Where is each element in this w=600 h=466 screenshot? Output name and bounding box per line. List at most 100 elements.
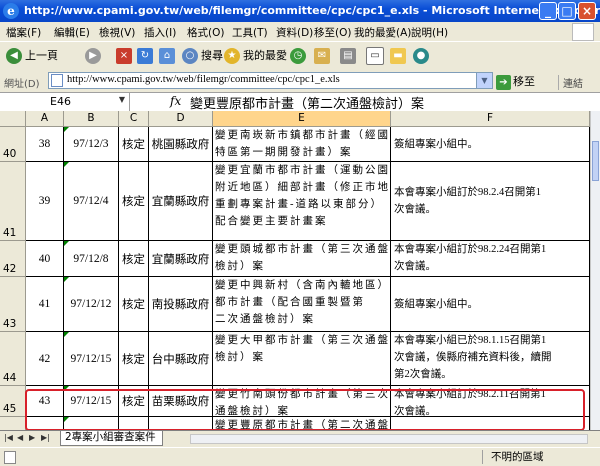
menu-favorites[interactable]: 我的最愛(A) bbox=[354, 25, 411, 40]
menu-tools[interactable]: 工具(T) bbox=[232, 25, 268, 40]
edit-button[interactable]: ▭ bbox=[366, 46, 387, 66]
go-button[interactable]: ➔ 移至 bbox=[496, 73, 535, 90]
forward-button[interactable]: ▶ bbox=[85, 46, 104, 66]
favorites-button[interactable]: ★ 我的最愛 bbox=[224, 46, 287, 66]
back-button[interactable]: ◀ 上一頁 bbox=[6, 46, 58, 66]
links-button[interactable]: 連結 bbox=[558, 75, 583, 90]
next-sheet-icon[interactable]: ▶ bbox=[29, 433, 35, 442]
cell-d[interactable]: 台中縣政府 bbox=[149, 417, 213, 430]
cell-d[interactable]: 南投縣政府 bbox=[149, 277, 213, 332]
cell-f[interactable]: 本會專案小組訂於98.2.24召開第1 次會議。 bbox=[391, 241, 590, 277]
cell-d[interactable]: 桃園縣政府 bbox=[149, 127, 213, 162]
cell-a[interactable]: 40 bbox=[26, 241, 64, 277]
column-header-a[interactable]: A bbox=[26, 111, 64, 127]
cell-d[interactable]: 宜蘭縣政府 bbox=[149, 162, 213, 241]
search-button[interactable]: ○ 搜尋 bbox=[182, 46, 223, 66]
address-dropdown-icon[interactable]: ▼ bbox=[476, 73, 492, 88]
cell-line: 附近地區）細部計畫（修正市地 bbox=[215, 182, 390, 193]
menu-view[interactable]: 檢視(V) bbox=[99, 25, 135, 40]
cell-b[interactable]: 97/12/15 bbox=[64, 332, 119, 386]
menu-edit[interactable]: 編輯(E) bbox=[54, 25, 90, 40]
minimize-button[interactable]: _ bbox=[539, 2, 557, 20]
row-header[interactable]: 44 bbox=[0, 332, 26, 386]
menu-format[interactable]: 格式(O) bbox=[187, 25, 224, 40]
cell-b[interactable]: 97/12/15 bbox=[64, 386, 119, 417]
cell-e[interactable]: 變更豐原都市計畫（第二次通盤檢討）案 bbox=[213, 417, 391, 430]
name-box-dropdown-icon[interactable]: ▼ bbox=[119, 95, 125, 104]
home-button[interactable]: ⌂ bbox=[159, 46, 178, 66]
column-header-f[interactable]: F bbox=[391, 111, 590, 127]
cell-c[interactable]: 核定 bbox=[119, 386, 149, 417]
cell-a[interactable]: 43 bbox=[26, 386, 64, 417]
prev-sheet-icon[interactable]: ◀ bbox=[17, 433, 23, 442]
cell-b[interactable]: 97/12/3 bbox=[64, 127, 119, 162]
cell-f[interactable]: 本會專案小組訂於98.2.4召開第1 次會議。 bbox=[391, 162, 590, 241]
mail-button[interactable]: ✉ bbox=[314, 46, 333, 66]
cell-c[interactable]: 核定 bbox=[119, 277, 149, 332]
history-button[interactable]: ◷ bbox=[290, 46, 309, 66]
cell-b[interactable]: 98/1/12 bbox=[64, 417, 119, 430]
cell-c[interactable]: 核定 bbox=[119, 241, 149, 277]
menu-file[interactable]: 檔案(F) bbox=[6, 25, 41, 40]
cell-f[interactable]: 簽組專案小組中。 bbox=[391, 127, 590, 162]
name-box[interactable]: E46 ▼ bbox=[0, 93, 130, 111]
cell-c[interactable]: 核定 bbox=[119, 332, 149, 386]
refresh-button[interactable]: ↻ bbox=[137, 46, 156, 66]
cell-f[interactable]: 簽組專案小組中。 bbox=[391, 417, 590, 430]
stop-button[interactable]: × bbox=[116, 46, 135, 66]
cell-c[interactable]: 核定 bbox=[119, 417, 149, 430]
cell-b[interactable]: 97/12/8 bbox=[64, 241, 119, 277]
horizontal-scrollbar[interactable] bbox=[190, 434, 588, 444]
messenger-button[interactable]: ● bbox=[413, 46, 432, 66]
close-button[interactable]: × bbox=[578, 2, 596, 20]
first-sheet-icon[interactable]: |◀ bbox=[4, 433, 13, 442]
column-header-c[interactable]: C bbox=[119, 111, 149, 127]
cell-a[interactable]: 44 bbox=[26, 417, 64, 430]
cell-a[interactable]: 39 bbox=[26, 162, 64, 241]
cell-a[interactable]: 42 bbox=[26, 332, 64, 386]
cell-d[interactable]: 台中縣政府 bbox=[149, 332, 213, 386]
maximize-button[interactable]: □ bbox=[558, 2, 576, 20]
cell-a[interactable]: 41 bbox=[26, 277, 64, 332]
menu-help[interactable]: 說明(H) bbox=[411, 25, 448, 40]
column-header-e[interactable]: E bbox=[213, 111, 391, 127]
row-header[interactable]: 43 bbox=[0, 277, 26, 332]
cell-f[interactable]: 本會專案小組訂於98.2.11召開第1 次會議。 bbox=[391, 386, 590, 417]
formula-content[interactable]: 變更豐原都市計畫（第二次通盤檢討）案 bbox=[190, 93, 424, 112]
cell-f[interactable]: 本會專案小組已於98.1.15召開第1 次會議，俟縣府補充資料後，續開 第2次會議。 bbox=[391, 332, 590, 386]
select-all-corner[interactable] bbox=[0, 111, 26, 127]
cell-c[interactable]: 核定 bbox=[119, 162, 149, 241]
cell-e[interactable]: 變更大甲都市計畫（第三次通盤 檢討）案 bbox=[213, 332, 391, 386]
address-input[interactable]: http://www.cpami.gov.tw/web/filemgr/comm… bbox=[48, 72, 493, 89]
cell-e[interactable]: 變更中興新村（含南內轆地區） 都市計畫（配合國重製暨第 二次通盤檢討）案 bbox=[213, 277, 391, 332]
refresh-icon: ↻ bbox=[137, 48, 153, 64]
cell-f[interactable]: 簽組專案小組中。 bbox=[391, 277, 590, 332]
scrollbar-thumb[interactable] bbox=[592, 141, 599, 181]
cell-d[interactable]: 宜蘭縣政府 bbox=[149, 241, 213, 277]
row-header[interactable]: 42 bbox=[0, 241, 26, 277]
cell-e[interactable]: 變更南崁新市鎮都市計畫（經國 特區第一期開發計畫）案 bbox=[213, 127, 391, 162]
row-header[interactable]: 40 bbox=[0, 127, 26, 162]
menu-data[interactable]: 資料(D) bbox=[276, 25, 313, 40]
column-header-d[interactable]: D bbox=[149, 111, 213, 127]
menu-insert[interactable]: 插入(I) bbox=[144, 25, 176, 40]
cell-c[interactable]: 核定 bbox=[119, 127, 149, 162]
print-button[interactable]: ▤ bbox=[340, 46, 359, 66]
cell-e[interactable]: 變更宜蘭市都市計畫（運動公園 附近地區）細部計畫（修正市地 重劃專案計畫-道路以東部… bbox=[213, 162, 391, 241]
cell-b[interactable]: 97/12/12 bbox=[64, 277, 119, 332]
discuss-button[interactable]: ▬ bbox=[390, 46, 409, 66]
spreadsheet-grid[interactable]: A B C D E F 40 38 97/12/3 核定 桃園縣政府 變更南崁新市鎮都市計… bbox=[0, 111, 590, 430]
cell-d[interactable]: 苗栗縣政府 bbox=[149, 386, 213, 417]
last-sheet-icon[interactable]: ▶| bbox=[41, 433, 50, 442]
sheet-tab[interactable]: 2專案小組審查案件 bbox=[60, 431, 163, 446]
menu-goto[interactable]: 移至(O) bbox=[314, 25, 351, 40]
cell-e[interactable]: 變更頭城都市計畫（第三次通盤 檢討）案 bbox=[213, 241, 391, 277]
row-header[interactable]: 46 bbox=[0, 417, 26, 430]
cell-a[interactable]: 38 bbox=[26, 127, 64, 162]
row-header[interactable]: 45 bbox=[0, 386, 26, 417]
vertical-scrollbar[interactable] bbox=[590, 111, 600, 430]
cell-b[interactable]: 97/12/4 bbox=[64, 162, 119, 241]
column-header-b[interactable]: B bbox=[64, 111, 119, 127]
cell-e[interactable]: 變更竹南頭份都市計畫（第三次 通盤檢討）案 bbox=[213, 386, 391, 417]
row-header[interactable]: 41 bbox=[0, 162, 26, 241]
